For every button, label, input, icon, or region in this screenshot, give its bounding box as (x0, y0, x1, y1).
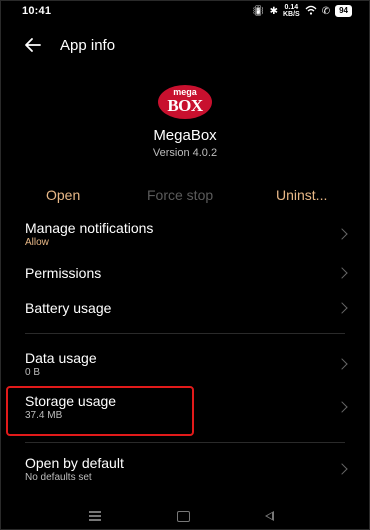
wifi-icon (305, 5, 317, 18)
battery-icon: 94 (335, 5, 352, 17)
page-title: App info (60, 37, 116, 54)
app-name: MegaBox (153, 127, 217, 144)
menu-icon-line (89, 515, 101, 517)
open-by-default-value: No defaults set (25, 472, 92, 483)
nav-back-button[interactable] (265, 511, 274, 521)
chevron-right-icon (336, 463, 348, 475)
status-icons: 📳︎ ✱ 0.14 KB/S ✆︎ 94 (252, 4, 352, 18)
net-speed: 0.14 KB/S (283, 4, 300, 18)
menu-icon-line (89, 519, 101, 521)
chevron-right-icon (336, 228, 348, 240)
force-stop-button[interactable]: Force stop (147, 187, 213, 203)
battery-usage-label: Battery usage (25, 300, 112, 316)
home-button[interactable] (177, 511, 190, 522)
chevron-right-icon (336, 401, 348, 413)
status-time: 10:41 (22, 5, 52, 17)
app-bar: App info (0, 30, 370, 60)
open-by-default-label: Open by default (25, 455, 124, 471)
recents-button[interactable] (89, 511, 101, 521)
data-usage-row[interactable]: Data usage 0 B (0, 346, 370, 386)
open-button[interactable]: Open (46, 187, 80, 203)
data-usage-label: Data usage (25, 350, 97, 366)
system-nav-bar (0, 505, 370, 527)
section-divider (25, 333, 345, 334)
permissions-row[interactable]: Permissions (0, 260, 370, 288)
manage-notifications-status: Allow (25, 237, 49, 248)
arrow-left-icon (25, 38, 41, 52)
menu-icon-line (89, 511, 101, 513)
battery-usage-row[interactable]: Battery usage (0, 295, 370, 323)
permissions-label: Permissions (25, 265, 102, 281)
signal-icon: ✆︎ (321, 5, 331, 17)
app-logo-bottom-text: BOX (167, 96, 203, 115)
app-version: Version 4.0.2 (152, 147, 218, 159)
bluetooth-icon: ✱ (269, 5, 278, 17)
manage-notifications-row[interactable]: Manage notifications Allow (0, 216, 370, 256)
chevron-right-icon (336, 302, 348, 314)
chevron-right-icon (336, 267, 348, 279)
chevron-right-icon (336, 358, 348, 370)
net-speed-unit: KB/S (282, 11, 300, 18)
vibrate-icon: 📳︎ (251, 5, 265, 17)
section-divider (25, 442, 345, 443)
uninstall-button[interactable]: Uninst... (276, 187, 327, 203)
back-button[interactable] (22, 34, 44, 56)
app-logo: mega BOX (158, 85, 212, 119)
status-bar: 10:41 📳︎ ✱ 0.14 KB/S ✆︎ 94 (0, 0, 370, 22)
data-usage-value: 0 B (25, 367, 41, 378)
open-by-default-row[interactable]: Open by default No defaults set (0, 451, 370, 491)
net-speed-value: 0.14 (284, 4, 299, 11)
manage-notifications-label: Manage notifications (25, 220, 154, 236)
storage-highlight-box (6, 386, 194, 436)
